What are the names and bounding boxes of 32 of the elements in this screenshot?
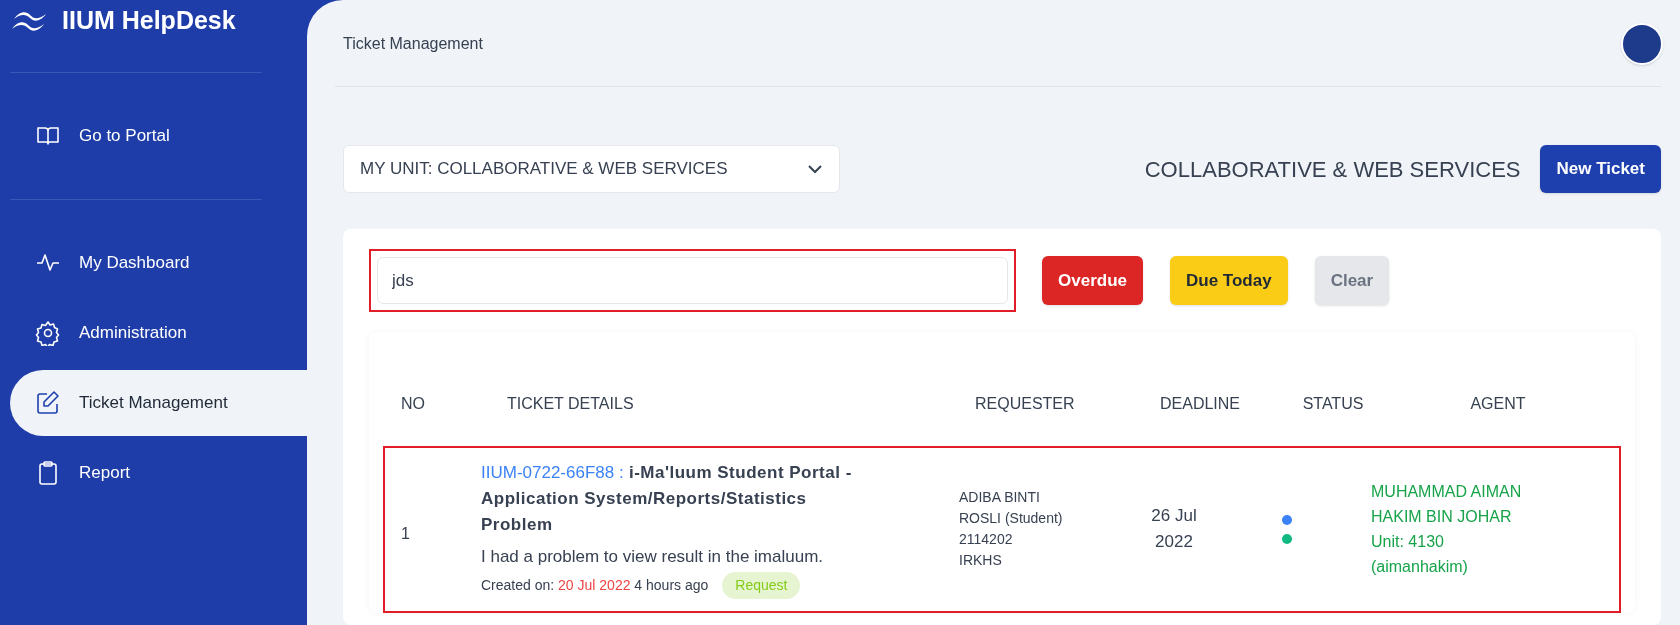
agent-info: MUHAMMAD AIMAN HAKIM BIN JOHAR Unit: 4130 (aimanhakim) [1371,482,1523,578]
ticket-title: IIUM-0722-66F88 : i-Ma'luum Student Portal - Application System/Reports/Statistics Problem [481,462,853,536]
page-title: Ticket Management [343,34,483,54]
sidebar-item[interactable]: Go to Portal [10,103,307,169]
column-header: REQUESTER [975,394,1076,414]
chevron-down-icon [807,164,823,174]
edit-icon [35,390,61,416]
column-header: STATUS [1302,394,1364,414]
row-number: 1 [401,524,411,545]
filter-button[interactable]: Clear [1314,256,1390,305]
sidebar-item[interactable]: Report [10,440,307,506]
column-header: AGENT [1470,394,1526,414]
sidebar-item[interactable]: Administration [10,300,307,366]
filter-button[interactable]: Due Today [1170,256,1288,305]
created-info: Created on: 20 Jul 2022 4 hours ago [481,575,709,595]
column-header: DEADLINE [1160,394,1240,414]
settings-icon [35,320,61,346]
search-field[interactable]: jds [377,257,1008,304]
requester-info: ADIBA BINTI ROSLI (Student) 2114202 IRKHS [959,488,1064,571]
brand-title: IIUM HelpDesk [62,5,236,37]
ticket-description: I had a problem to view result in the imaluum. [481,546,825,568]
unit-heading: COLLABORATIVE & WEB SERVICES [1144,155,1521,184]
avatar[interactable] [1621,23,1663,65]
sidebar-item[interactable]: My Dashboard [10,230,307,296]
unit-dropdown[interactable]: MY UNIT: COLLABORATIVE & WEB SERVICES [343,145,840,193]
column-header: NO [401,394,426,414]
new-ticket-button[interactable]: New Ticket [1540,145,1661,193]
request-tag: Request [722,571,801,599]
column-header: TICKET DETAILS [507,394,635,414]
sidebar-item[interactable]: Ticket Management [10,370,307,436]
deadline-date: 26 Jul 2022 [1150,505,1198,554]
filter-button[interactable]: Overdue [1042,256,1143,305]
